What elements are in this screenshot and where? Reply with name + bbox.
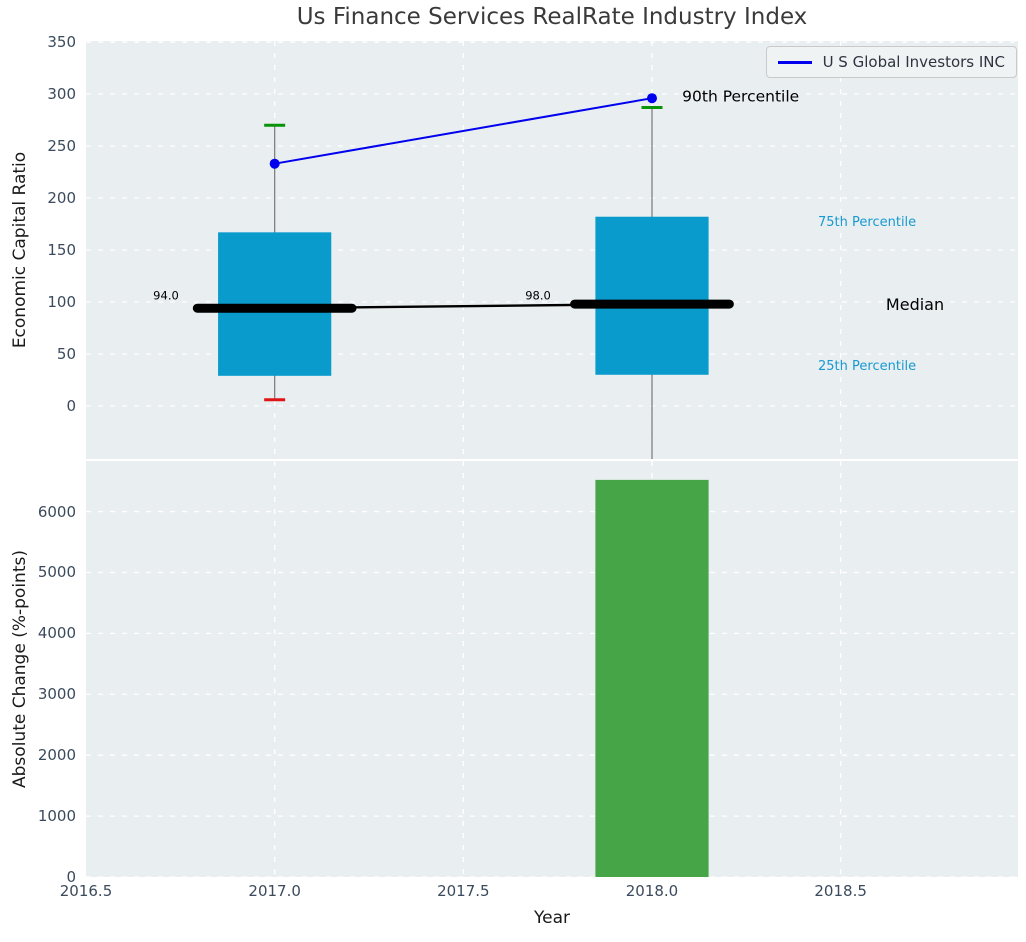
y-tick-top-200: 200 bbox=[0, 188, 76, 208]
y-tick-bottom-5000: 5000 bbox=[0, 562, 76, 582]
bottom-plot-area bbox=[86, 461, 1018, 877]
x-tick-2017.0: 2017.0 bbox=[230, 881, 320, 901]
x-tick-2016.5: 2016.5 bbox=[41, 881, 131, 901]
y-tick-top-250: 250 bbox=[0, 136, 76, 156]
label-75th-percentile: 75th Percentile bbox=[818, 216, 916, 230]
top-plot-area: U S Global Investors INC 94.0 98.0 90th Pe… bbox=[86, 41, 1018, 459]
x-axis-label: Year bbox=[86, 908, 1018, 928]
y-tick-top-150: 150 bbox=[0, 240, 76, 260]
median-value-2018: 98.0 bbox=[525, 289, 551, 302]
x-tick-2018.0: 2018.0 bbox=[607, 881, 697, 901]
legend: U S Global Investors INC bbox=[766, 46, 1017, 78]
legend-label: U S Global Investors INC bbox=[823, 53, 1005, 71]
y-tick-bottom-2000: 2000 bbox=[0, 745, 76, 765]
y-tick-bottom-6000: 6000 bbox=[0, 502, 76, 522]
legend-line-sample bbox=[778, 61, 812, 64]
chart-title: Us Finance Services RealRate Industry In… bbox=[86, 4, 1018, 30]
y-tick-bottom-3000: 3000 bbox=[0, 684, 76, 704]
y-tick-top-300: 300 bbox=[0, 84, 76, 104]
label-25th-percentile: 25th Percentile bbox=[818, 360, 916, 374]
y-tick-top-100: 100 bbox=[0, 292, 76, 312]
figure: Us Finance Services RealRate Industry In… bbox=[0, 0, 1026, 942]
iqr-box-2018 bbox=[595, 217, 708, 375]
company-marker-2017 bbox=[270, 159, 280, 169]
label-90th-percentile: 90th Percentile bbox=[682, 89, 799, 106]
y-tick-top-50: 50 bbox=[0, 344, 76, 364]
y-tick-top-350: 350 bbox=[0, 32, 76, 52]
y-tick-top-0: 0 bbox=[0, 396, 76, 416]
label-median: Median bbox=[886, 296, 944, 314]
x-tick-2018.5: 2018.5 bbox=[796, 881, 886, 901]
median-value-2017: 94.0 bbox=[153, 289, 179, 302]
change-bar-2018 bbox=[595, 480, 708, 877]
company-marker-2018 bbox=[647, 93, 657, 103]
top-plot-svg bbox=[86, 41, 1018, 459]
x-tick-2017.5: 2017.5 bbox=[418, 881, 508, 901]
bottom-plot-svg bbox=[86, 461, 1018, 877]
y-tick-bottom-1000: 1000 bbox=[0, 806, 76, 826]
y-tick-bottom-4000: 4000 bbox=[0, 623, 76, 643]
